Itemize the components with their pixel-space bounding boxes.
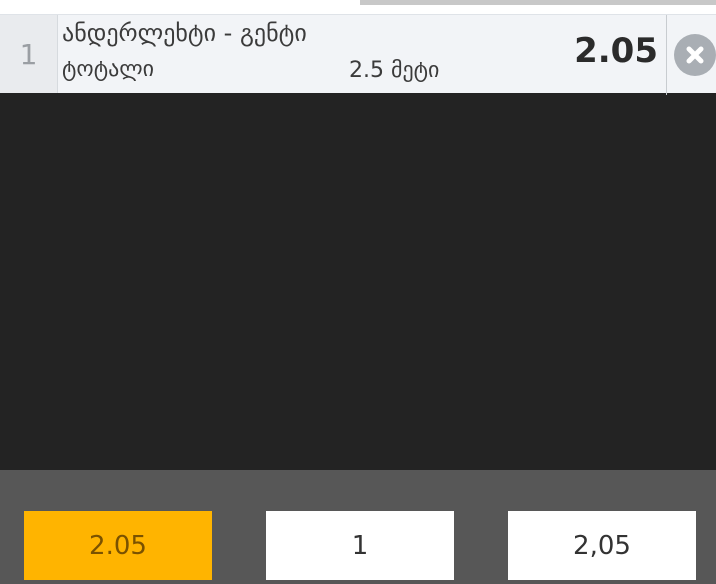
market-name: ტოტალი xyxy=(62,57,155,82)
selection-label: 2.5 მეტი xyxy=(349,58,440,83)
top-strip xyxy=(0,0,716,14)
stake-input[interactable]: 1 xyxy=(266,511,454,580)
total-odds-box: 2.05 xyxy=(24,511,212,580)
payout-box: 2,05 xyxy=(508,511,696,580)
bet-index: 1 xyxy=(0,15,58,93)
scroll-indicator xyxy=(360,0,716,5)
remove-cell xyxy=(666,15,716,95)
bet-row: 1 ანდერლეხტი - გენტი ტოტალი 2.5 მეტი 2.0… xyxy=(0,14,716,95)
close-icon xyxy=(686,46,703,64)
bet-odds: 2.05 xyxy=(574,31,658,71)
remove-bet-button[interactable] xyxy=(673,34,716,76)
match-name: ანდერლეხტი - გენტი xyxy=(62,19,307,47)
bet-summary-bar: 2.05 1 2,05 xyxy=(0,470,716,584)
